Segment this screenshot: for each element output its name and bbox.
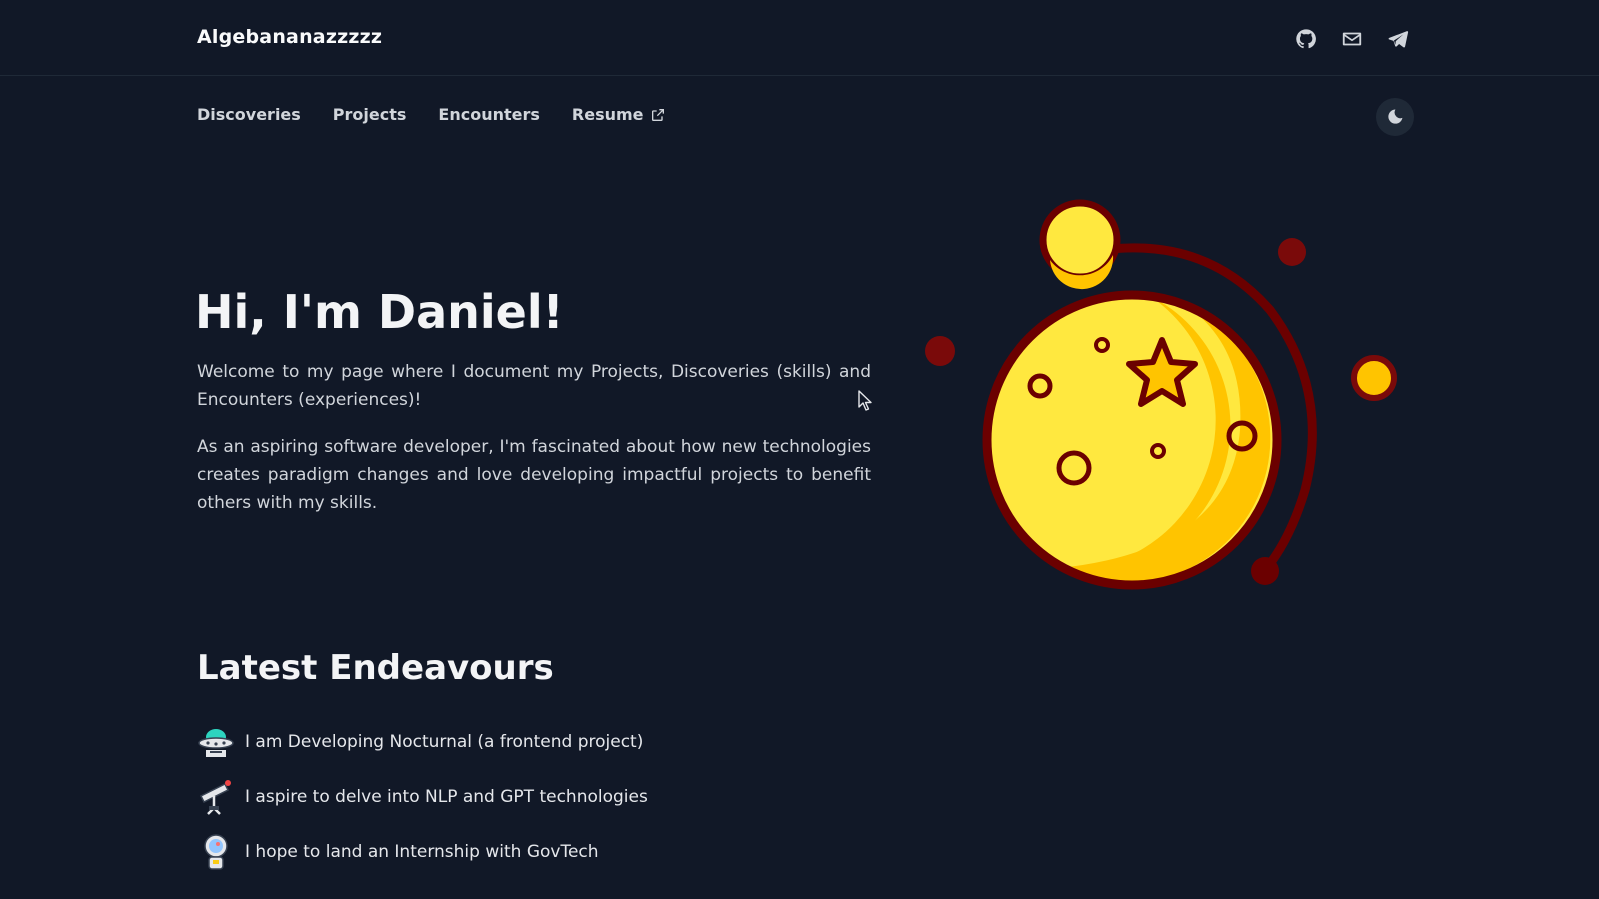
endeavour-item: I hope to land an Internship with GovTec… <box>197 833 599 871</box>
nav-projects-label: Projects <box>332 105 407 124</box>
orbit-dot-left <box>925 336 955 366</box>
telescope-icon <box>199 780 231 815</box>
top-bar: Algebananazzzzz <box>0 0 1599 76</box>
nav-resume-label: Resume <box>571 105 644 124</box>
endeavour-item: I am Developing Nocturnal (a frontend pr… <box>197 723 643 761</box>
github-icon[interactable] <box>1294 27 1318 51</box>
moon-illustration <box>925 199 1397 590</box>
nav-discoveries-label: Discoveries <box>197 105 301 124</box>
theme-toggle-button[interactable] <box>1376 98 1414 136</box>
brand-logo[interactable]: Algebananazzzzz <box>197 26 382 48</box>
main-nav: Discoveries Projects Encounters Resume <box>197 105 666 124</box>
external-link-icon <box>651 108 664 121</box>
endeavour-text: I hope to land an Internship with GovTec… <box>245 842 599 862</box>
endeavour-text: I am Developing Nocturnal (a frontend pr… <box>245 732 644 752</box>
hero-title: Hi, I'm Daniel! <box>195 285 564 339</box>
hero-intro-paragraph: Welcome to my page where I document my P… <box>197 362 871 410</box>
small-planet-right <box>1351 355 1397 401</box>
moon-icon <box>1388 109 1403 124</box>
nav-encounters[interactable]: Encounters <box>438 105 540 124</box>
nav-encounters-label: Encounters <box>438 105 540 124</box>
mouse-cursor-icon <box>858 390 872 411</box>
endeavour-item: I aspire to delve into NLP and GPT techn… <box>197 778 648 816</box>
latest-endeavours-title: Latest Endeavours <box>197 648 554 688</box>
hero-bio-paragraph: As an aspiring software developer, I'm f… <box>197 437 871 513</box>
nav-projects[interactable]: Projects <box>333 105 407 124</box>
orbit-dot-top <box>1278 238 1306 266</box>
astronaut-icon <box>204 834 228 870</box>
telegram-icon[interactable] <box>1386 27 1410 51</box>
nav-discoveries[interactable]: Discoveries <box>197 105 301 124</box>
nav-resume[interactable]: Resume <box>572 105 666 124</box>
mail-icon[interactable] <box>1340 27 1364 51</box>
endeavour-text: I aspire to delve into NLP and GPT techn… <box>245 787 648 807</box>
orbit-dot-bottom <box>1251 557 1279 585</box>
ufo-icon <box>198 729 234 757</box>
